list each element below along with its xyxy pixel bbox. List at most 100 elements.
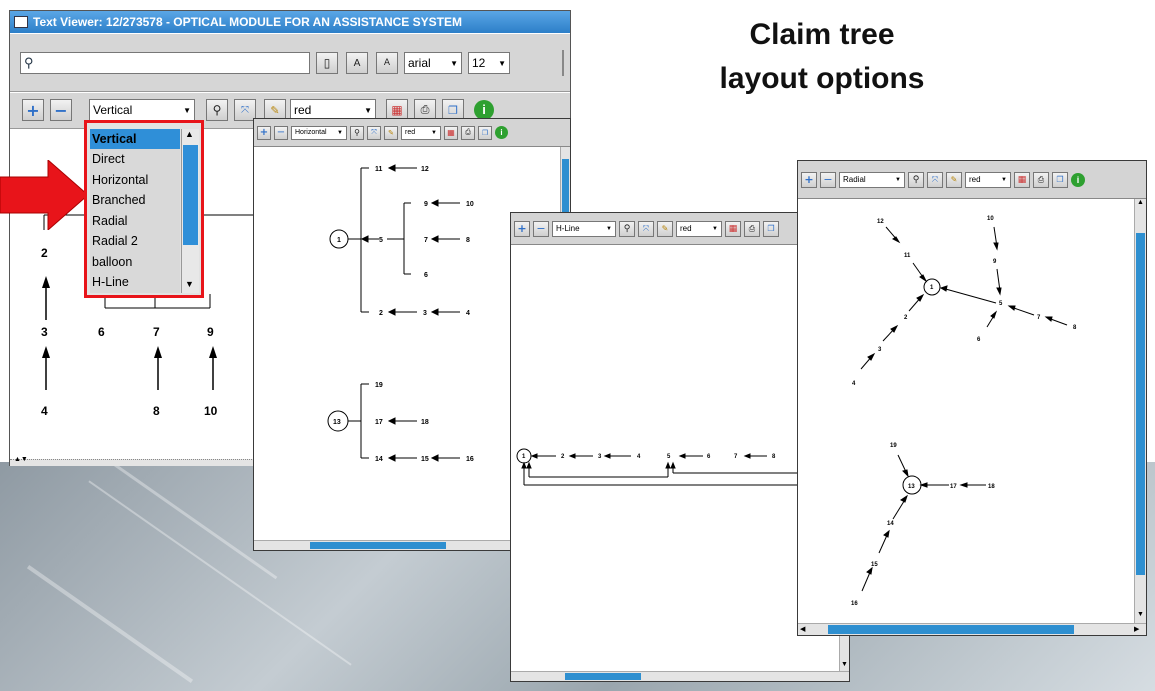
collapse-minus-button[interactable]: − [820, 171, 836, 188]
dropdown-option[interactable]: Branched [90, 190, 180, 211]
tree-node: 8 [466, 237, 470, 244]
print-icon[interactable]: ⎙ [1033, 171, 1049, 188]
copy-icon[interactable]: ❐ [478, 125, 492, 140]
dropdown-option[interactable]: Horizontal [90, 170, 180, 191]
layout-select-value: Vertical [93, 103, 133, 117]
tree-node: 14 [375, 456, 383, 463]
tree-node: 4 [41, 404, 48, 418]
radial-toolbar: + − Radial ▼ ⚲ ⤧ ✎ red ▼ ▦ ⎙ ❐ i [798, 161, 1146, 199]
zoom-icon[interactable]: ⚲ [908, 171, 924, 188]
tree-node: 6 [424, 272, 428, 279]
palette-icon[interactable]: ▦ [1014, 171, 1030, 188]
palette-icon[interactable]: ▦ [725, 220, 741, 237]
zoom-icon[interactable]: ⚲ [206, 99, 228, 121]
dropdown-option[interactable]: H-Line [90, 272, 180, 293]
highlight-icon[interactable]: ✎ [384, 125, 398, 140]
dropdown-option[interactable]: Direct [90, 149, 180, 170]
heading-line2: layout options [719, 62, 925, 95]
scroll-thumb[interactable] [828, 625, 1074, 634]
dropdown-option[interactable]: Radial 2 [90, 231, 180, 252]
dropdown-option[interactable]: Radial [90, 211, 180, 232]
scroll-right-icon[interactable]: ▶ [1134, 625, 1139, 633]
layout-select[interactable]: Radial ▼ [839, 171, 905, 188]
tree-node: 3 [423, 310, 427, 317]
scroll-down-icon[interactable]: ▼ [185, 279, 194, 289]
tree-node: 12 [421, 166, 429, 173]
radial-vertical-scrollbar[interactable]: ▲ ▼ [1134, 199, 1146, 623]
zoom-icon[interactable]: ⚲ [350, 125, 364, 140]
print-icon[interactable]: ⎙ [461, 125, 475, 140]
tree-node: 11 [375, 166, 383, 173]
dropdown-scroll-thumb[interactable] [183, 145, 198, 245]
dropdown-list: Vertical Direct Horizontal Branched Radi… [90, 129, 180, 293]
page-view-button[interactable]: ▯ [316, 52, 338, 74]
layout-select-value: Radial [843, 175, 866, 184]
tree-node: 8 [153, 404, 160, 418]
scroll-up-icon[interactable]: ▲ [185, 129, 194, 139]
font-family-select[interactable]: arial ▼ [404, 52, 462, 74]
tree-node: 17 [950, 484, 957, 490]
info-icon[interactable]: i [495, 126, 508, 139]
collapse-minus-button[interactable]: − [50, 99, 72, 121]
scroll-thumb[interactable] [310, 542, 446, 549]
scroll-up-icon[interactable]: ▲ [1137, 199, 1144, 206]
highlight-icon[interactable]: ✎ [657, 220, 673, 237]
tree-node: 12 [877, 219, 884, 225]
scroll-down-icon[interactable]: ▼ [1137, 611, 1144, 618]
fit-icon[interactable]: ⤧ [638, 220, 654, 237]
highlight-icon[interactable]: ✎ [946, 171, 962, 188]
scroll-left-icon[interactable]: ◀ [800, 625, 805, 633]
chevron-down-icon: ▼ [895, 176, 901, 183]
layout-select[interactable]: Horizontal ▼ [291, 125, 347, 140]
font-family-value: arial [408, 56, 431, 70]
title-bar[interactable]: Text Viewer: 12/273578 - OPTICAL MODULE … [10, 11, 570, 33]
palette-icon[interactable]: ▦ [444, 125, 458, 140]
expand-plus-button[interactable]: + [257, 125, 271, 140]
tree-node: 18 [421, 419, 429, 426]
info-icon[interactable]: i [1071, 172, 1085, 187]
hline-tree-diagram: 1 2 3 4 5 6 7 8 [516, 448, 801, 486]
zoom-icon[interactable]: ⚲ [619, 220, 635, 237]
color-select[interactable]: red ▼ [401, 125, 441, 140]
tree-node: 6 [977, 337, 981, 343]
fit-icon[interactable]: ⤧ [367, 125, 381, 140]
expand-plus-button[interactable]: + [514, 220, 530, 237]
copy-icon[interactable]: ❐ [1052, 171, 1068, 188]
radial-horizontal-scrollbar[interactable]: ◀ ▶ [798, 623, 1146, 635]
collapse-minus-button[interactable]: − [274, 125, 288, 140]
layout-select[interactable]: H-Line ▼ [552, 220, 616, 237]
copy-icon[interactable]: ❐ [763, 220, 779, 237]
layout-select[interactable]: Vertical ▼ [89, 99, 195, 121]
scroll-down-icon[interactable]: ▼ [841, 661, 848, 668]
tree-node: 8 [772, 454, 776, 460]
chevron-down-icon: ▼ [337, 129, 343, 136]
dropdown-option-selected[interactable]: Vertical [90, 129, 180, 149]
fit-icon[interactable]: ⤧ [927, 171, 943, 188]
print-icon[interactable]: ⎙ [744, 220, 760, 237]
color-select[interactable]: red ▼ [676, 220, 722, 237]
tree-node: 9 [424, 201, 428, 208]
search-input[interactable]: ⚲ [20, 52, 310, 74]
color-select-value: red [680, 224, 692, 233]
hline-horizontal-scrollbar[interactable] [511, 671, 849, 681]
chevron-down-icon: ▼ [498, 58, 506, 68]
font-size-select[interactable]: 12 ▼ [468, 52, 510, 74]
font-decrease-button[interactable]: A [376, 52, 398, 74]
expand-plus-button[interactable]: + [22, 99, 44, 121]
collapse-minus-button[interactable]: − [533, 220, 549, 237]
tree-node: 2 [904, 315, 908, 321]
scroll-thumb[interactable] [565, 673, 641, 680]
tree-node: 16 [851, 601, 858, 607]
color-select[interactable]: red ▼ [965, 171, 1011, 188]
dropdown-scrollbar[interactable]: ▲ ▼ [181, 129, 199, 293]
color-select-value: red [294, 103, 312, 117]
tree-node: 9 [993, 259, 997, 265]
scroll-thumb[interactable] [1136, 233, 1145, 575]
tree-node: 4 [466, 310, 470, 317]
info-icon[interactable]: i [474, 100, 494, 120]
expand-plus-button[interactable]: + [801, 171, 817, 188]
dropdown-option[interactable]: balloon [90, 252, 180, 273]
font-increase-button[interactable]: A [346, 52, 368, 74]
tree-node: 10 [466, 201, 474, 208]
tree-node: 4 [637, 454, 641, 460]
